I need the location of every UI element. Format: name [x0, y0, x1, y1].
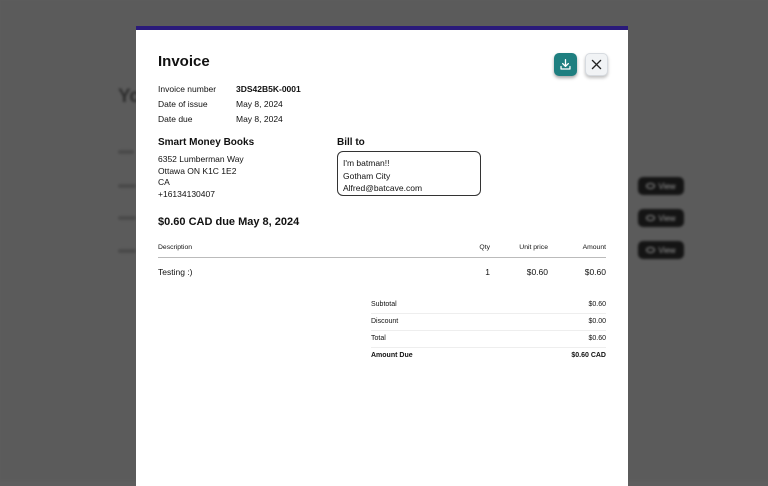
download-button[interactable] — [554, 53, 577, 76]
subtotal-value: $0.60 — [588, 301, 606, 308]
invoice-meta: Invoice number 3DS42B5K-0001 Date of iss… — [158, 81, 301, 126]
total-row: Total $0.60 — [371, 331, 606, 348]
bill-to-box: I'm batman!! Gotham City Alfred@batcave.… — [337, 151, 481, 196]
subtotal-label: Subtotal — [371, 301, 397, 308]
seller-info: Smart Money Books 6352 Lumberman Way Ott… — [158, 137, 254, 200]
bill-to-email: Alfred@batcave.com — [343, 183, 423, 193]
date-due-row: Date due May 8, 2024 — [158, 111, 301, 126]
background-view-label: View — [658, 213, 676, 223]
seller-name: Smart Money Books — [158, 137, 255, 148]
seller-address-line2: Ottawa ON K1C 1E2 — [158, 165, 237, 176]
seller-address-line1: 6352 Lumberman Way — [158, 154, 244, 164]
background-view-button: View — [638, 177, 684, 195]
discount-label: Discount — [371, 318, 399, 325]
bill-to-line2: Gotham City — [343, 170, 391, 181]
download-icon — [560, 58, 571, 70]
date-of-issue-value: May 8, 2024 — [236, 98, 283, 109]
background-text-line — [118, 249, 136, 253]
invoice-number-value: 3DS42B5K-0001 — [236, 83, 301, 94]
amount-due-value: $0.60 CAD — [571, 352, 606, 359]
eye-icon — [646, 247, 656, 253]
close-icon — [591, 59, 602, 70]
eye-icon — [646, 183, 656, 189]
bill-to-line1: I'm batman!! — [343, 158, 390, 168]
close-button[interactable] — [585, 53, 608, 76]
seller-country: CA — [158, 177, 170, 187]
background-view-button: View — [638, 209, 684, 227]
background-view-label: View — [658, 181, 676, 191]
background-view-label: View — [658, 245, 676, 255]
date-of-issue-row: Date of issue May 8, 2024 — [158, 96, 301, 111]
bill-to-section: Bill to I'm batman!! Gotham City Alfred@… — [337, 137, 481, 196]
background-view-button: View — [638, 241, 684, 259]
modal-title: Invoice — [158, 53, 210, 70]
meta-label: Date due — [158, 113, 193, 124]
subtotal-row: Subtotal $0.60 — [371, 297, 606, 314]
invoice-modal: Invoice Invoice number 3DS42B5K-0001 Dat… — [136, 26, 628, 486]
totals-section: Subtotal $0.60 Discount $0.00 Total $0.6… — [371, 297, 606, 364]
total-label: Total — [371, 335, 386, 342]
discount-value: $0.00 — [588, 318, 606, 325]
amount-due-row: Amount Due $0.60 CAD — [371, 348, 606, 364]
background-text-line — [118, 150, 134, 154]
background-text-line — [118, 184, 136, 188]
discount-row: Discount $0.00 — [371, 314, 606, 331]
column-header-unit-price: Unit price — [519, 244, 548, 251]
date-due-value: May 8, 2024 — [236, 113, 283, 124]
amount-due-label: Amount Due — [371, 352, 413, 359]
column-header-description: Description — [158, 244, 192, 251]
meta-label: Date of issue — [158, 98, 208, 109]
column-header-amount: Amount — [582, 244, 606, 251]
table-row: Testing :) 1 $0.60 $0.60 — [158, 258, 606, 284]
background-text-line — [118, 216, 136, 220]
row-qty: 1 — [485, 267, 490, 277]
row-unit-price: $0.60 — [526, 267, 548, 277]
invoice-number-row: Invoice number 3DS42B5K-0001 — [158, 81, 301, 96]
total-value: $0.60 — [588, 335, 606, 342]
line-items-table: Description Qty Unit price Amount Testin… — [158, 240, 606, 284]
table-header: Description Qty Unit price Amount — [158, 240, 606, 258]
row-description: Testing :) — [158, 267, 193, 277]
eye-icon — [646, 215, 656, 221]
bill-to-heading: Bill to — [337, 137, 365, 148]
column-header-qty: Qty — [479, 244, 490, 251]
meta-label: Invoice number — [158, 83, 217, 94]
seller-phone: +16134130407 — [158, 188, 215, 199]
row-amount: $0.60 — [584, 267, 606, 277]
amount-due-heading: $0.60 CAD due May 8, 2024 — [158, 216, 300, 228]
